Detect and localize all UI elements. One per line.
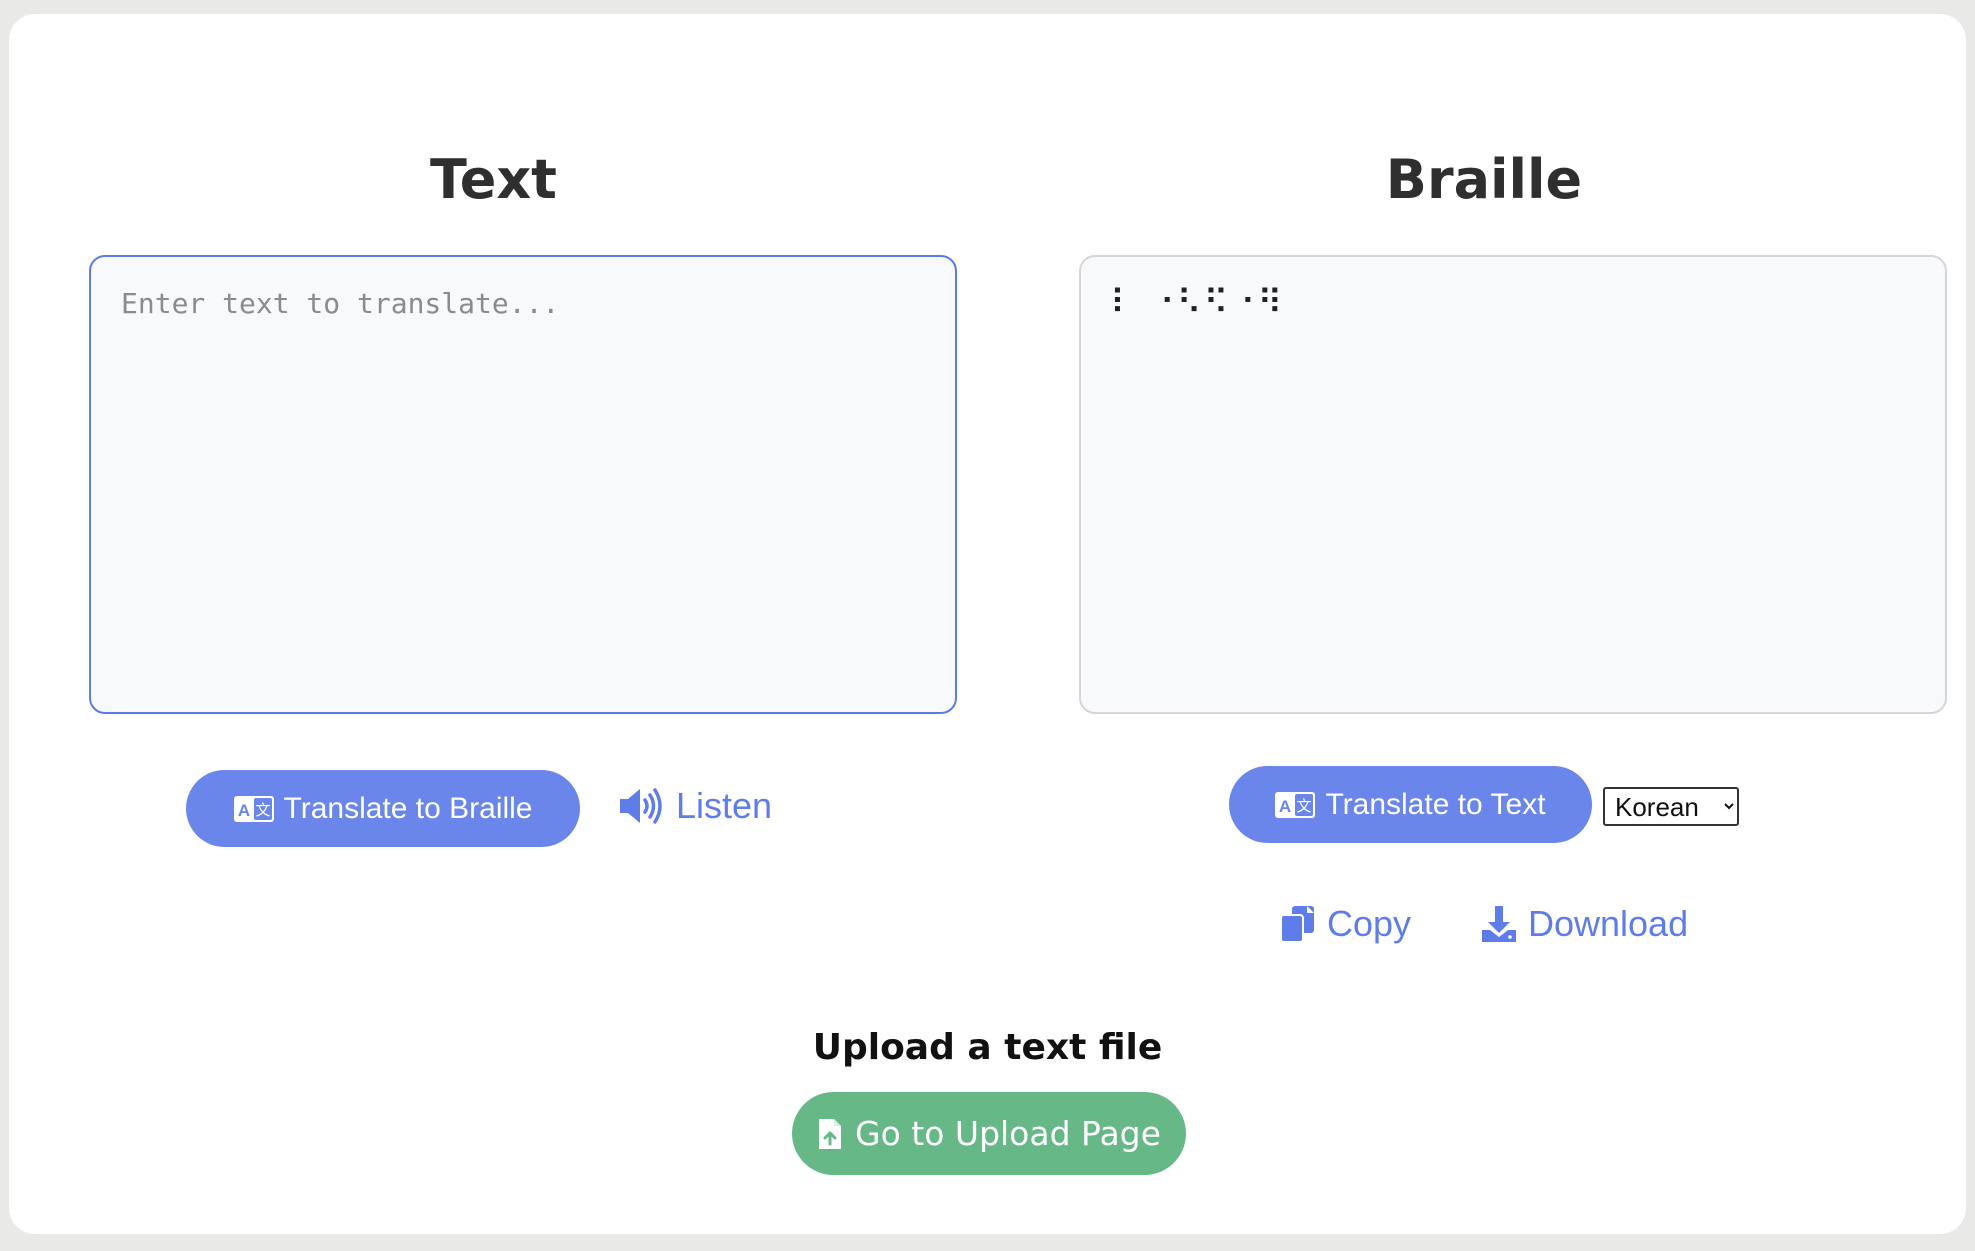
download-icon — [1480, 904, 1518, 944]
svg-text:文: 文 — [255, 801, 270, 819]
download-label: Download — [1528, 903, 1689, 944]
text-input-container — [89, 255, 957, 714]
translate-to-text-label: Translate to Text — [1325, 787, 1546, 821]
download-button[interactable]: Download — [1480, 894, 1688, 954]
file-upload-icon — [817, 1117, 843, 1151]
svg-text:文: 文 — [1297, 797, 1312, 815]
translate-icon: A 文 — [1275, 791, 1316, 818]
translate-icon: A 文 — [233, 795, 274, 822]
listen-button[interactable]: Listen — [618, 776, 772, 836]
upload-heading: Upload a text file — [812, 1027, 1163, 1068]
text-input[interactable] — [91, 257, 955, 712]
text-panel-title: Text — [430, 148, 557, 211]
go-to-upload-page-button[interactable]: Go to Upload Page — [792, 1092, 1186, 1175]
copy-icon — [1279, 904, 1317, 944]
speaker-icon — [618, 786, 666, 826]
copy-label: Copy — [1327, 903, 1412, 944]
svg-text:A: A — [237, 801, 249, 820]
copy-button[interactable]: Copy — [1279, 894, 1411, 954]
language-select[interactable]: Korean — [1603, 787, 1739, 826]
go-to-upload-page-label: Go to Upload Page — [855, 1114, 1161, 1153]
translate-to-braille-button[interactable]: A 文 Translate to Braille — [186, 770, 580, 847]
listen-label: Listen — [676, 785, 773, 826]
braille-output-container: ⠇ ⠐⠣⠫⠐⠻ — [1079, 255, 1947, 714]
braille-panel-title: Braille — [1385, 148, 1583, 211]
translate-to-text-button[interactable]: A 文 Translate to Text — [1229, 766, 1592, 843]
translate-to-braille-label: Translate to Braille — [283, 791, 533, 825]
braille-output[interactable]: ⠇ ⠐⠣⠫⠐⠻ — [1110, 283, 1284, 323]
svg-text:A: A — [1279, 797, 1291, 816]
